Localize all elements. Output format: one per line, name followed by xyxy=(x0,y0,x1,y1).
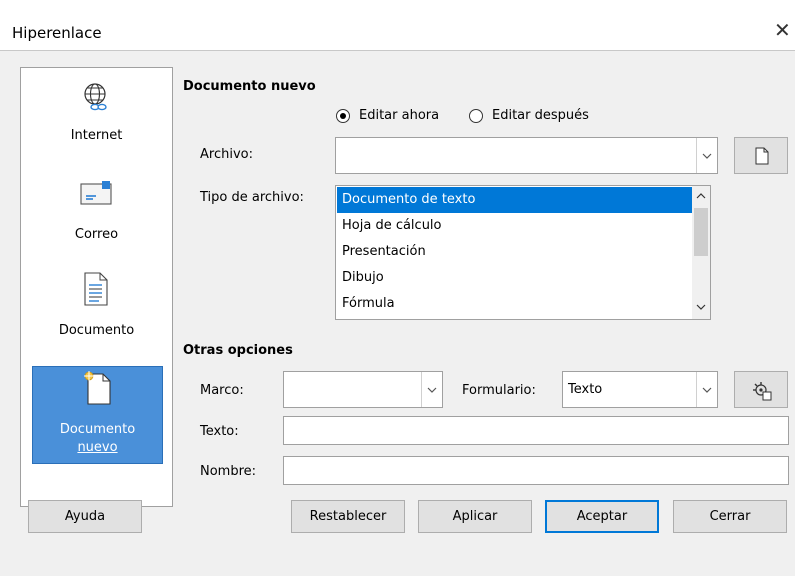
sidebar-item-label: nuevo xyxy=(77,440,118,455)
chevron-down-icon[interactable] xyxy=(696,372,717,407)
sidebar-item-document[interactable]: Documento xyxy=(21,268,172,350)
list-item[interactable]: Presentación xyxy=(337,239,692,265)
form-combobox[interactable]: Texto xyxy=(562,371,718,408)
new-document-icon xyxy=(84,371,111,405)
chevron-down-icon[interactable] xyxy=(696,138,717,173)
list-item[interactable]: Documento de texto xyxy=(337,187,692,213)
listbox-scrollbar[interactable] xyxy=(692,186,710,319)
form-label: Formulario: xyxy=(462,383,536,398)
sidebar-item-label: Documento xyxy=(59,422,136,437)
envelope-icon xyxy=(80,181,112,205)
apply-button[interactable]: Aplicar xyxy=(418,500,532,533)
file-type-listbox[interactable]: Documento de texto Hoja de cálculo Prese… xyxy=(335,185,711,320)
edit-later-radio[interactable] xyxy=(469,109,483,123)
sidebar-item-new-document[interactable]: Documento nuevo xyxy=(32,366,163,464)
edit-now-radio[interactable] xyxy=(336,109,350,123)
edit-now-label[interactable]: Editar ahora xyxy=(359,108,439,123)
title-bar: Hiperenlace ✕ xyxy=(0,0,795,50)
close-icon[interactable]: ✕ xyxy=(774,20,791,40)
hyperlink-type-sidebar: Internet Correo Documento Documento nuev… xyxy=(20,67,173,507)
text-label: Texto: xyxy=(200,424,239,439)
ok-button[interactable]: Aceptar xyxy=(545,500,659,533)
list-item[interactable]: Dibujo xyxy=(337,265,692,291)
list-item[interactable]: Fórmula xyxy=(337,291,692,317)
reset-button[interactable]: Restablecer xyxy=(291,500,405,533)
text-field[interactable] xyxy=(283,416,789,445)
events-button[interactable] xyxy=(734,371,788,408)
sidebar-item-label: Internet xyxy=(70,128,123,143)
title-divider xyxy=(0,50,795,51)
sidebar-item-mail[interactable]: Correo xyxy=(21,173,172,255)
scrollbar-thumb[interactable] xyxy=(694,208,708,256)
name-label: Nombre: xyxy=(200,464,257,479)
chevron-down-icon[interactable] xyxy=(696,304,706,310)
sidebar-item-label: Correo xyxy=(74,227,119,242)
section-title-other-options: Otras opciones xyxy=(183,343,293,358)
macro-gear-icon xyxy=(753,382,772,401)
chevron-up-icon[interactable] xyxy=(696,193,706,199)
sidebar-item-internet[interactable]: Internet xyxy=(21,76,172,158)
edit-later-label[interactable]: Editar después xyxy=(492,108,589,123)
document-icon xyxy=(84,272,108,306)
frame-label: Marco: xyxy=(200,383,244,398)
section-title-new-document: Documento nuevo xyxy=(183,79,316,94)
file-type-label: Tipo de archivo: xyxy=(200,190,304,205)
select-path-button[interactable] xyxy=(734,137,788,174)
chevron-down-icon[interactable] xyxy=(421,372,442,407)
form-combobox-value: Texto xyxy=(568,382,603,397)
page-icon xyxy=(755,147,769,165)
close-button[interactable]: Cerrar xyxy=(673,500,787,533)
file-combobox[interactable] xyxy=(335,137,718,174)
globe-link-icon xyxy=(84,83,107,111)
sidebar-item-label: Documento xyxy=(58,323,135,338)
frame-combobox[interactable] xyxy=(283,371,443,408)
help-button[interactable]: Ayuda xyxy=(28,500,142,533)
name-field[interactable] xyxy=(283,456,789,485)
file-label: Archivo: xyxy=(200,147,253,162)
list-item[interactable]: Hoja de cálculo xyxy=(337,213,692,239)
window-title: Hiperenlace xyxy=(12,24,102,42)
